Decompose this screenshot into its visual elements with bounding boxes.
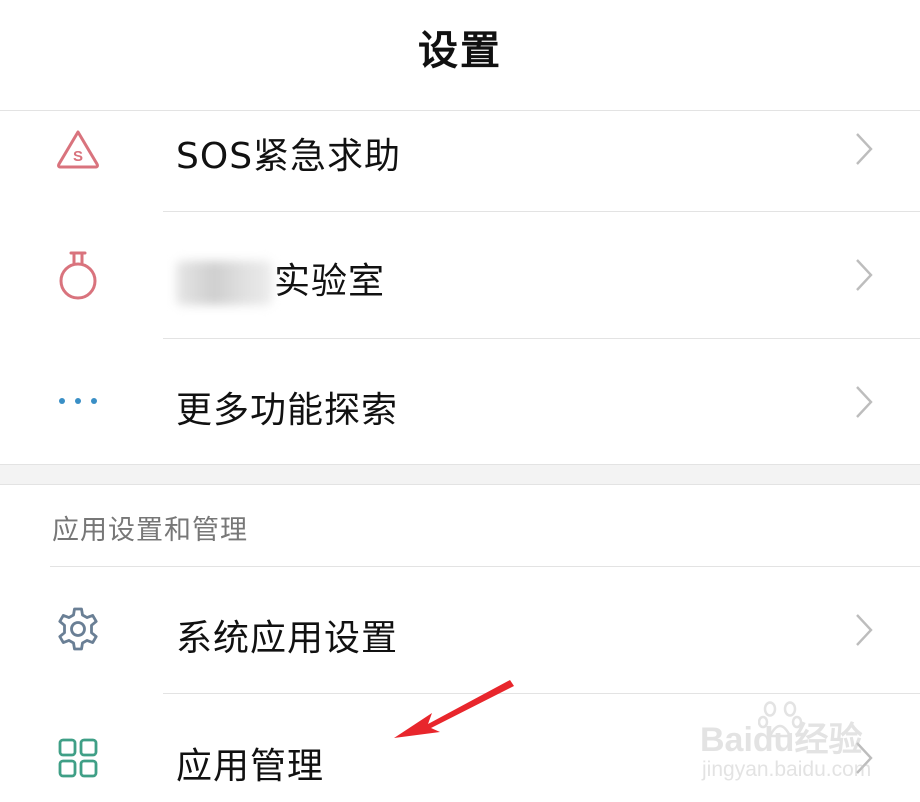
section-separator: [0, 464, 920, 484]
baidu-watermark: Baidu经验 jingyan.baidu.com: [700, 698, 910, 788]
chevron-right-icon: [856, 133, 873, 165]
section-divider-top: [0, 464, 920, 465]
settings-row-label: SOS紧急求助: [176, 136, 402, 177]
chevron-right-icon: [856, 614, 873, 646]
annotation-arrow-icon: [394, 680, 514, 738]
settings-row-label: 实验室: [176, 252, 385, 305]
more-dots-icon: [50, 373, 106, 429]
blurred-brand-name: [176, 261, 272, 305]
gear-icon: [50, 601, 106, 657]
settings-row-more-features[interactable]: 更多功能探索: [0, 339, 920, 464]
chevron-right-icon: [856, 386, 873, 418]
sos-icon: S: [50, 121, 106, 177]
watermark-brand: Baidu经验: [700, 721, 863, 759]
svg-text:S: S: [73, 148, 83, 165]
watermark-url: jingyan.baidu.com: [702, 758, 872, 781]
flask-icon: [50, 247, 106, 303]
page-title: 设置: [418, 28, 502, 74]
section-divider-bottom: [0, 484, 920, 485]
settings-row-label: 系统应用设置: [176, 618, 399, 659]
chevron-right-icon: [856, 259, 873, 291]
grid-apps-icon: [50, 730, 106, 786]
settings-row-sos[interactable]: S SOS紧急求助: [0, 111, 920, 211]
section-header: 应用设置和管理: [52, 515, 248, 546]
page-header: 设置: [0, 0, 920, 110]
settings-row-label: 更多功能探索: [176, 390, 399, 431]
settings-row-label: 应用管理: [176, 746, 325, 787]
settings-row-lab[interactable]: 实验室: [0, 212, 920, 338]
